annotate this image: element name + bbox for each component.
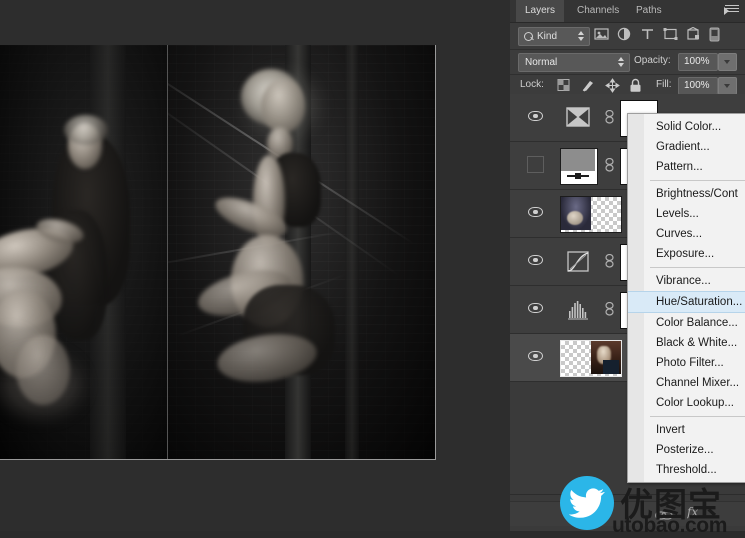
document-area bbox=[0, 0, 510, 531]
menu-separator bbox=[650, 180, 745, 181]
layer-thumbnail[interactable] bbox=[560, 292, 596, 327]
blend-stepper-icon[interactable] bbox=[618, 57, 624, 67]
layer-thumbnail[interactable] bbox=[560, 100, 596, 135]
menu-item-gradient[interactable]: Gradient... bbox=[628, 137, 745, 157]
layer-visibility-toggle[interactable] bbox=[528, 207, 543, 217]
layer-visibility-toggle[interactable] bbox=[528, 111, 543, 121]
fill-value: 100% bbox=[684, 79, 710, 93]
panel-tabbar: Layers Channels Paths bbox=[510, 0, 745, 23]
kind-stepper-icon[interactable] bbox=[578, 31, 584, 41]
canvas-split-divider bbox=[167, 45, 168, 459]
adjustment-layer-filter-icon[interactable] bbox=[617, 27, 632, 43]
watermark-domain-text: utobao.com bbox=[612, 514, 727, 538]
menu-item-vibrance[interactable]: Vibrance... bbox=[628, 271, 745, 291]
fill-label: Fill: bbox=[656, 79, 672, 90]
menu-separator bbox=[650, 416, 745, 417]
layer-mask-link-icon[interactable] bbox=[604, 158, 615, 172]
menu-item-hue-saturation[interactable]: Hue/Saturation... bbox=[628, 291, 745, 313]
opacity-label: Opacity: bbox=[634, 55, 671, 66]
fill-input[interactable]: 100% bbox=[678, 77, 718, 95]
kind-filter-label: Kind bbox=[537, 30, 557, 43]
opacity-value: 100% bbox=[684, 55, 710, 69]
layer-mask-link-icon[interactable] bbox=[604, 110, 615, 124]
opacity-dropdown-arrow[interactable] bbox=[718, 53, 737, 71]
layer-thumbnail[interactable] bbox=[560, 244, 596, 279]
menu-item-color-balance[interactable]: Color Balance... bbox=[628, 313, 745, 333]
layer-visibility-toggle[interactable] bbox=[527, 156, 544, 173]
layer-thumbnail[interactable] bbox=[560, 340, 622, 377]
smart-object-filter-icon[interactable] bbox=[686, 27, 701, 43]
watermark: 优图宝 utobao.com bbox=[560, 474, 745, 531]
menu-item-curves[interactable]: Curves... bbox=[628, 224, 745, 244]
opacity-input[interactable]: 100% bbox=[678, 53, 718, 71]
blend-mode-select[interactable]: Normal bbox=[518, 53, 630, 72]
lock-position-icon[interactable] bbox=[605, 78, 619, 93]
tab-layers[interactable]: Layers bbox=[516, 0, 564, 22]
layer-mask-link-icon[interactable] bbox=[604, 254, 615, 268]
menu-item-invert[interactable]: Invert bbox=[628, 420, 745, 440]
layer-thumbnail[interactable] bbox=[560, 196, 622, 233]
menu-item-channel-mixer[interactable]: Channel Mixer... bbox=[628, 373, 745, 393]
blend-mode-value: Normal bbox=[525, 56, 557, 69]
new-adjustment-layer-menu[interactable]: Solid Color... Gradient... Pattern... Br… bbox=[627, 113, 745, 483]
lock-all-icon[interactable] bbox=[629, 78, 643, 93]
image-canvas[interactable] bbox=[0, 45, 436, 460]
menu-item-color-lookup[interactable]: Color Lookup... bbox=[628, 393, 745, 413]
pixel-layer-filter-icon[interactable] bbox=[594, 27, 609, 43]
filter-toggle-icon[interactable] bbox=[709, 27, 724, 43]
menu-item-black-and-white[interactable]: Black & White... bbox=[628, 333, 745, 353]
menu-item-photo-filter[interactable]: Photo Filter... bbox=[628, 353, 745, 373]
tab-paths[interactable]: Paths bbox=[627, 0, 671, 22]
layer-visibility-toggle[interactable] bbox=[528, 351, 543, 361]
menu-separator bbox=[650, 267, 745, 268]
layer-visibility-toggle[interactable] bbox=[528, 303, 543, 313]
layer-visibility-toggle[interactable] bbox=[528, 255, 543, 265]
bird-glyph-icon bbox=[569, 487, 607, 524]
kind-filter-dropdown[interactable]: Kind bbox=[518, 27, 590, 46]
fill-dropdown-arrow[interactable] bbox=[718, 77, 737, 95]
lock-label: Lock: bbox=[520, 79, 544, 90]
layer-filter-row: Kind bbox=[510, 23, 745, 50]
canvas-right-half bbox=[167, 45, 435, 459]
blend-mode-row: Normal Opacity: 100% bbox=[510, 50, 745, 75]
shape-layer-filter-icon[interactable] bbox=[663, 27, 678, 43]
lock-transparent-pixels-icon[interactable] bbox=[557, 78, 571, 93]
menu-item-pattern[interactable]: Pattern... bbox=[628, 157, 745, 177]
type-layer-filter-icon[interactable] bbox=[640, 27, 655, 43]
menu-item-solid-color[interactable]: Solid Color... bbox=[628, 117, 745, 137]
canvas-left-half bbox=[0, 45, 167, 459]
menu-item-exposure[interactable]: Exposure... bbox=[628, 244, 745, 264]
menu-item-brightness-contrast[interactable]: Brightness/Cont bbox=[628, 184, 745, 204]
lock-image-pixels-icon[interactable] bbox=[581, 78, 595, 93]
layer-mask-link-icon[interactable] bbox=[604, 302, 615, 316]
panel-menu-icon[interactable] bbox=[725, 5, 739, 16]
tab-channels[interactable]: Channels bbox=[568, 0, 628, 22]
photo-composite bbox=[0, 45, 435, 459]
menu-item-posterize[interactable]: Posterize... bbox=[628, 440, 745, 460]
layer-thumbnail[interactable] bbox=[560, 148, 598, 185]
menu-item-levels[interactable]: Levels... bbox=[628, 204, 745, 224]
